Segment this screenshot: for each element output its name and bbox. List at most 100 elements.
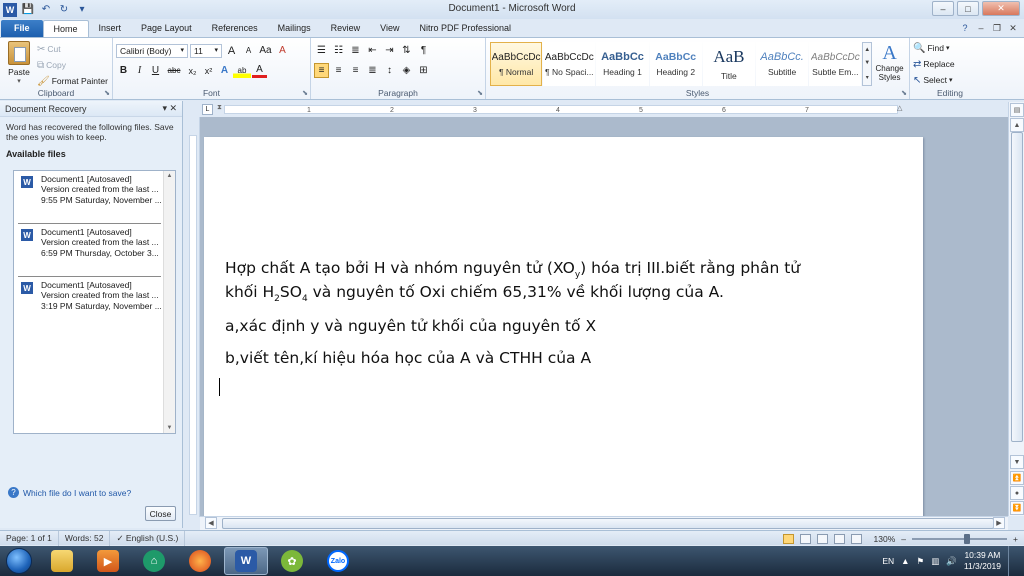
volume-icon[interactable]: 🔊 bbox=[946, 556, 957, 567]
tab-mailings[interactable]: Mailings bbox=[268, 20, 321, 37]
tab-page-layout[interactable]: Page Layout bbox=[131, 20, 202, 37]
network-icon[interactable]: ▥ bbox=[931, 556, 939, 567]
style-subtle-emphasis[interactable]: AaBbCcDc Subtle Em... bbox=[809, 42, 862, 86]
web-layout-icon[interactable] bbox=[816, 533, 828, 544]
style-title[interactable]: AaB Title bbox=[702, 42, 756, 86]
replace-button[interactable]: ⇄ Replace bbox=[913, 56, 987, 72]
right-indent-marker-icon[interactable]: △ bbox=[897, 104, 902, 112]
scroll-left-icon[interactable]: ◀ bbox=[205, 517, 217, 529]
underline-button[interactable]: U bbox=[148, 63, 163, 78]
horizontal-scrollbar[interactable]: ◀ ▶ bbox=[200, 516, 1008, 530]
taskbar-file-explorer[interactable] bbox=[40, 547, 84, 575]
font-launcher-icon[interactable]: ⬊ bbox=[302, 89, 308, 97]
increase-indent-icon[interactable]: ⇥ bbox=[382, 43, 397, 58]
input-language[interactable]: EN bbox=[882, 556, 894, 566]
style-heading-1[interactable]: AaBbCc Heading 1 bbox=[596, 42, 649, 86]
taskbar-word[interactable]: W bbox=[224, 547, 268, 575]
zoom-out-icon[interactable]: – bbox=[901, 534, 906, 544]
pane-close-button[interactable]: Close bbox=[145, 506, 176, 521]
proofing-language[interactable]: ✓ English (U.S.) bbox=[110, 530, 186, 546]
gallery-more-icon[interactable]: ▾ bbox=[866, 74, 869, 81]
zoom-slider-knob[interactable] bbox=[964, 533, 971, 544]
chevron-up-icon[interactable]: ▲ bbox=[864, 47, 870, 53]
grow-font-icon[interactable]: A bbox=[224, 43, 239, 58]
style-heading-2[interactable]: AaBbCc Heading 2 bbox=[649, 42, 702, 86]
change-styles-button[interactable]: A Change Styles bbox=[873, 42, 906, 86]
style-normal[interactable]: AaBbCcDc ¶ Normal bbox=[490, 42, 543, 86]
paragraph-2[interactable]: a,xác định y và nguyên tử khối của nguyê… bbox=[225, 314, 596, 338]
taskbar-firefox[interactable] bbox=[178, 547, 222, 575]
tab-references[interactable]: References bbox=[202, 20, 268, 37]
doc-close-icon[interactable]: ✕ bbox=[1006, 22, 1020, 34]
italic-button[interactable]: I bbox=[132, 63, 147, 78]
clear-formatting-icon[interactable]: A bbox=[275, 43, 290, 58]
borders-icon[interactable]: ⊞ bbox=[416, 63, 431, 78]
previous-page-icon[interactable]: ⏫ bbox=[1010, 471, 1024, 485]
taskbar-app-green[interactable]: ⌂ bbox=[132, 547, 176, 575]
font-color-icon[interactable]: A bbox=[252, 64, 267, 78]
chevron-down-icon[interactable]: ▼ bbox=[164, 425, 175, 431]
recovered-file-item[interactable]: W Document1 [Autosaved] Version created … bbox=[18, 171, 161, 224]
ruler-toggle-icon[interactable]: ▤ bbox=[1010, 103, 1024, 117]
zoom-level[interactable]: 130% bbox=[874, 534, 896, 544]
change-case-icon[interactable]: Aa bbox=[258, 43, 273, 58]
vertical-scrollbar[interactable]: ▤ ▲ ▼ ⏫ ● ⏬ bbox=[1008, 102, 1024, 516]
clock[interactable]: 10:39 AM 11/3/2019 bbox=[964, 550, 1001, 572]
style-subtitle[interactable]: AaBbCc. Subtitle bbox=[756, 42, 809, 86]
tab-selector-icon[interactable]: L bbox=[202, 104, 213, 115]
document-page[interactable]: Hợp chất A tạo bởi H và nhóm nguyên tử (… bbox=[204, 137, 923, 516]
indent-marker-icon[interactable]: ⧗ bbox=[217, 104, 222, 112]
which-file-help-link[interactable]: ? Which file do I want to save? bbox=[8, 487, 131, 498]
subscript-button[interactable]: x₂ bbox=[185, 63, 200, 78]
help-icon[interactable]: ? bbox=[958, 22, 972, 34]
multilevel-list-icon[interactable]: ≣ bbox=[348, 43, 363, 58]
tab-nitro-pdf[interactable]: Nitro PDF Professional bbox=[410, 20, 522, 37]
paragraph-3[interactable]: b,viết tên,kí hiệu hóa học của A và CTHH… bbox=[225, 346, 591, 370]
pane-options-icon[interactable]: ▾ ✕ bbox=[162, 103, 177, 114]
scroll-up-icon[interactable]: ▲ bbox=[1010, 118, 1024, 132]
tray-expand-icon[interactable]: ▲ bbox=[901, 556, 909, 566]
decrease-indent-icon[interactable]: ⇤ bbox=[365, 43, 380, 58]
shading-icon[interactable]: ◈ bbox=[399, 63, 414, 78]
doc-restore-icon[interactable]: ❐ bbox=[990, 22, 1004, 34]
format-painter-button[interactable]: 🖌 Format Painter bbox=[37, 73, 108, 89]
browse-object-icon[interactable]: ● bbox=[1010, 486, 1024, 500]
bullets-icon[interactable]: ☰ bbox=[314, 43, 329, 58]
cut-button[interactable]: ✂ Cut bbox=[37, 41, 108, 57]
zoom-slider[interactable] bbox=[912, 533, 1008, 544]
taskbar-app-lime[interactable]: ✿ bbox=[270, 547, 314, 575]
font-name-combo[interactable]: Calibri (Body) ▾ bbox=[116, 43, 188, 58]
paragraph-launcher-icon[interactable]: ⬊ bbox=[477, 89, 483, 97]
file-list-scrollbar[interactable]: ▲ ▼ bbox=[163, 171, 175, 433]
style-no-spacing[interactable]: AaBbCcDc ¶ No Spaci... bbox=[543, 42, 596, 86]
doc-minimize-icon[interactable]: – bbox=[974, 22, 988, 34]
text-effects-icon[interactable]: A bbox=[217, 63, 232, 78]
chevron-down-icon[interactable]: ▼ bbox=[864, 60, 870, 66]
word-count[interactable]: Words: 52 bbox=[59, 530, 111, 546]
tab-home[interactable]: Home bbox=[42, 20, 89, 37]
next-page-icon[interactable]: ⏬ bbox=[1010, 501, 1024, 515]
copy-button[interactable]: ⧉ Copy bbox=[37, 57, 108, 73]
bold-button[interactable]: B bbox=[116, 63, 131, 78]
flag-icon[interactable]: ⚑ bbox=[917, 556, 925, 567]
styles-gallery-scroll[interactable]: ▲ ▼ ▾ bbox=[862, 42, 873, 86]
scroll-right-icon[interactable]: ▶ bbox=[993, 517, 1005, 529]
recovered-file-item[interactable]: W Document1 [Autosaved] Version created … bbox=[18, 277, 161, 330]
sort-icon[interactable]: ⇅ bbox=[399, 43, 414, 58]
font-size-combo[interactable]: 11 ▾ bbox=[190, 43, 222, 58]
tab-insert[interactable]: Insert bbox=[89, 20, 132, 37]
numbering-icon[interactable]: ☷ bbox=[331, 43, 346, 58]
show-formatting-icon[interactable]: ¶ bbox=[416, 43, 431, 58]
horizontal-ruler[interactable]: L ⧗ △ 1 2 3 4 5 6 7 bbox=[200, 102, 1006, 117]
minimize-button[interactable]: – bbox=[932, 1, 954, 16]
draft-view-icon[interactable] bbox=[850, 533, 862, 544]
find-button[interactable]: 🔍 Find ▾ bbox=[913, 40, 987, 56]
tab-review[interactable]: Review bbox=[321, 20, 371, 37]
styles-launcher-icon[interactable]: ⬊ bbox=[901, 89, 907, 97]
clipboard-launcher-icon[interactable]: ⬊ bbox=[104, 89, 110, 97]
show-desktop-button[interactable] bbox=[1008, 546, 1018, 576]
vertical-scroll-thumb[interactable] bbox=[1011, 132, 1023, 442]
paste-dropdown-icon[interactable]: ▾ bbox=[5, 77, 33, 85]
tab-file[interactable]: File bbox=[1, 20, 43, 37]
select-button[interactable]: ↖ Select ▾ bbox=[913, 72, 987, 88]
